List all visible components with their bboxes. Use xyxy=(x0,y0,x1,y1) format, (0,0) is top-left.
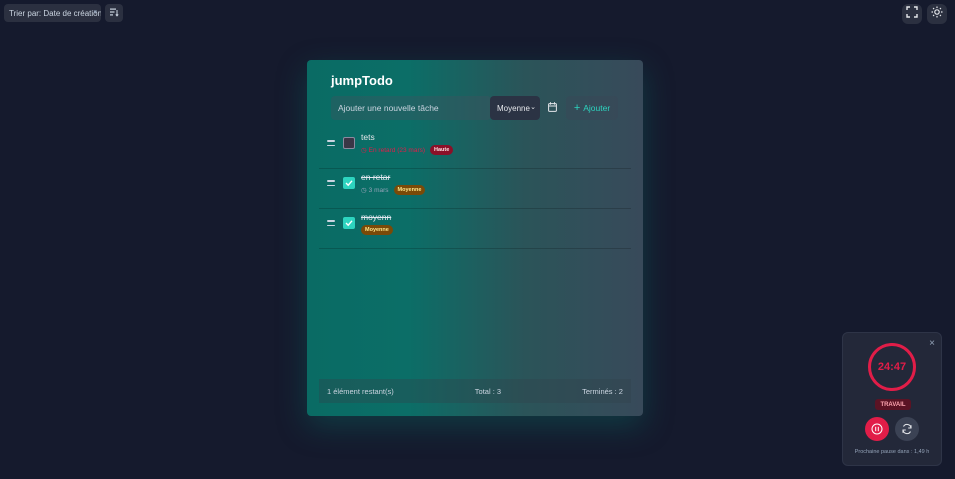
priority-select[interactable]: Moyenne ⌄ xyxy=(490,96,540,120)
chevron-down-icon: ▾ xyxy=(93,9,97,16)
timer-display: 24:47 xyxy=(877,361,907,373)
pause-icon xyxy=(871,423,883,435)
reset-button[interactable] xyxy=(895,417,919,441)
sort-select[interactable]: Trier par: Date de création ▾ xyxy=(4,4,101,22)
due-date-button[interactable] xyxy=(545,100,559,116)
chevron-down-icon: ⌄ xyxy=(530,104,536,111)
task-checkbox[interactable] xyxy=(343,217,355,229)
task-due-text: 3 mars xyxy=(368,186,389,194)
task-due-date: ◷ 3 mars xyxy=(361,186,389,195)
priority-select-value: Moyenne xyxy=(497,103,530,113)
add-task-button[interactable]: + Ajouter xyxy=(566,96,618,120)
timer-ring: 24:47 xyxy=(868,343,916,391)
task-item: tets ◷ En retard (23 mars) Haute xyxy=(319,131,631,169)
task-checkbox[interactable] xyxy=(343,137,355,149)
check-icon xyxy=(345,220,353,227)
task-title: tets xyxy=(361,132,375,142)
next-break-text: Prochaine pause dans : 1,49 h xyxy=(854,449,930,455)
total-count: Total : 3 xyxy=(474,386,502,396)
task-item: en retar ◷ 3 mars Moyenne xyxy=(319,171,631,209)
calendar-icon xyxy=(547,99,557,117)
clock-icon: ◷ xyxy=(361,187,367,194)
priority-badge: Moyenne xyxy=(393,185,426,195)
completed-count: Terminés : 2 xyxy=(582,386,623,396)
task-checkbox[interactable] xyxy=(343,177,355,189)
refresh-icon xyxy=(902,423,912,435)
task-title: en retar xyxy=(361,172,391,182)
fullscreen-icon xyxy=(906,5,918,23)
fullscreen-button[interactable] xyxy=(902,4,922,24)
priority-badge: Moyenne xyxy=(361,225,393,235)
theme-toggle-button[interactable] xyxy=(927,4,947,24)
remaining-count: 1 élément restant(s) xyxy=(327,386,394,396)
task-due-date: ◷ En retard (23 mars) xyxy=(361,146,426,155)
new-task-placeholder: Ajouter une nouvelle tâche xyxy=(338,103,439,113)
drag-handle-icon[interactable] xyxy=(327,180,335,189)
plus-icon: + xyxy=(573,101,581,114)
close-icon[interactable]: × xyxy=(929,338,935,349)
clock-icon: ◷ xyxy=(361,147,367,154)
priority-badge: Haute xyxy=(430,145,454,155)
pomodoro-widget: × 24:47 TRAVAIL Prochaine pause dans : 1… xyxy=(842,332,942,466)
mode-badge: TRAVAIL xyxy=(875,399,911,410)
task-title: moyenn xyxy=(361,212,392,222)
task-item: moyenn Moyenne xyxy=(319,211,631,249)
app-title: jumpTodo xyxy=(331,73,393,88)
sort-icon xyxy=(109,4,119,22)
task-due-text: En retard (23 mars) xyxy=(368,146,426,154)
sort-direction-button[interactable] xyxy=(105,4,123,22)
new-task-input[interactable]: Ajouter une nouvelle tâche xyxy=(331,96,491,120)
task-footer: 1 élément restant(s) Total : 3 Terminés … xyxy=(319,379,631,403)
drag-handle-icon[interactable] xyxy=(327,140,335,149)
add-task-label: Ajouter xyxy=(583,103,611,113)
pause-button[interactable] xyxy=(865,417,889,441)
todo-card: jumpTodo Ajouter une nouvelle tâche Moye… xyxy=(307,60,643,416)
sun-icon xyxy=(931,5,943,23)
check-icon xyxy=(345,180,353,187)
drag-handle-icon[interactable] xyxy=(327,220,335,229)
sort-select-label: Trier par: Date de création xyxy=(9,8,101,18)
